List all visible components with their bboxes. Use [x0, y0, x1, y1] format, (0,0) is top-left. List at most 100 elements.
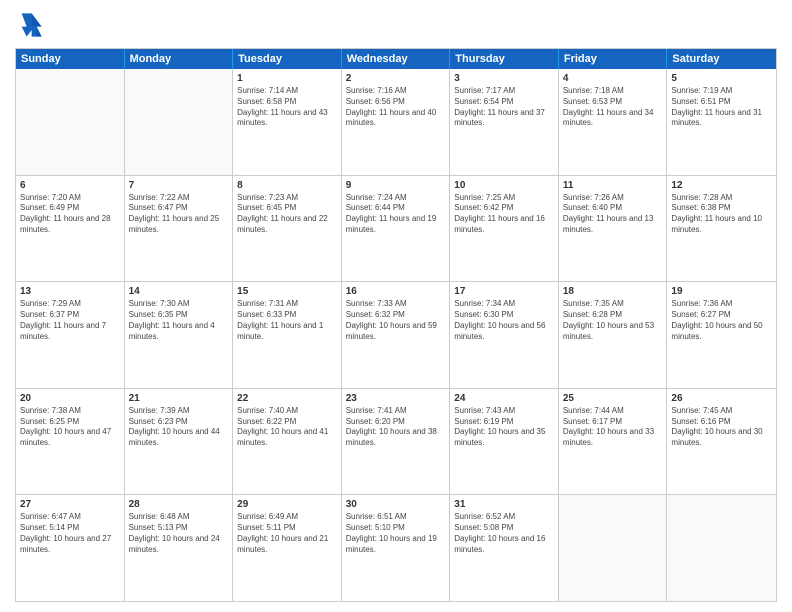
day-number: 10 [454, 179, 554, 192]
day-info: Sunrise: 7:14 AM Sunset: 6:58 PM Dayligh… [237, 86, 337, 129]
header-day-friday: Friday [559, 49, 668, 69]
day-info: Sunrise: 7:31 AM Sunset: 6:33 PM Dayligh… [237, 299, 337, 342]
day-info: Sunrise: 7:28 AM Sunset: 6:38 PM Dayligh… [671, 193, 772, 236]
day-number: 16 [346, 285, 446, 298]
calendar-day-30: 30Sunrise: 6:51 AM Sunset: 5:10 PM Dayli… [342, 495, 451, 601]
day-info: Sunrise: 7:45 AM Sunset: 6:16 PM Dayligh… [671, 406, 772, 449]
day-number: 31 [454, 498, 554, 511]
calendar-day-8: 8Sunrise: 7:23 AM Sunset: 6:45 PM Daylig… [233, 176, 342, 282]
day-number: 25 [563, 392, 663, 405]
day-number: 8 [237, 179, 337, 192]
logo [15, 10, 49, 40]
day-number: 30 [346, 498, 446, 511]
calendar-day-7: 7Sunrise: 7:22 AM Sunset: 6:47 PM Daylig… [125, 176, 234, 282]
calendar-day-5: 5Sunrise: 7:19 AM Sunset: 6:51 PM Daylig… [667, 69, 776, 175]
calendar-header: SundayMondayTuesdayWednesdayThursdayFrid… [16, 49, 776, 69]
calendar-day-4: 4Sunrise: 7:18 AM Sunset: 6:53 PM Daylig… [559, 69, 668, 175]
calendar-day-19: 19Sunrise: 7:36 AM Sunset: 6:27 PM Dayli… [667, 282, 776, 388]
day-info: Sunrise: 7:44 AM Sunset: 6:17 PM Dayligh… [563, 406, 663, 449]
day-info: Sunrise: 7:40 AM Sunset: 6:22 PM Dayligh… [237, 406, 337, 449]
day-info: Sunrise: 7:23 AM Sunset: 6:45 PM Dayligh… [237, 193, 337, 236]
day-info: Sunrise: 7:22 AM Sunset: 6:47 PM Dayligh… [129, 193, 229, 236]
day-number: 6 [20, 179, 120, 192]
calendar-row-0: 1Sunrise: 7:14 AM Sunset: 6:58 PM Daylig… [16, 69, 776, 176]
day-info: Sunrise: 7:41 AM Sunset: 6:20 PM Dayligh… [346, 406, 446, 449]
calendar-day-3: 3Sunrise: 7:17 AM Sunset: 6:54 PM Daylig… [450, 69, 559, 175]
day-info: Sunrise: 7:18 AM Sunset: 6:53 PM Dayligh… [563, 86, 663, 129]
day-info: Sunrise: 7:26 AM Sunset: 6:40 PM Dayligh… [563, 193, 663, 236]
day-number: 5 [671, 72, 772, 85]
day-info: Sunrise: 7:16 AM Sunset: 6:56 PM Dayligh… [346, 86, 446, 129]
calendar-row-4: 27Sunrise: 6:47 AM Sunset: 5:14 PM Dayli… [16, 495, 776, 601]
calendar-day-27: 27Sunrise: 6:47 AM Sunset: 5:14 PM Dayli… [16, 495, 125, 601]
day-info: Sunrise: 7:19 AM Sunset: 6:51 PM Dayligh… [671, 86, 772, 129]
day-info: Sunrise: 6:51 AM Sunset: 5:10 PM Dayligh… [346, 512, 446, 555]
logo-icon [15, 10, 45, 40]
day-info: Sunrise: 6:48 AM Sunset: 5:13 PM Dayligh… [129, 512, 229, 555]
day-info: Sunrise: 7:20 AM Sunset: 6:49 PM Dayligh… [20, 193, 120, 236]
calendar-day-17: 17Sunrise: 7:34 AM Sunset: 6:30 PM Dayli… [450, 282, 559, 388]
day-info: Sunrise: 7:36 AM Sunset: 6:27 PM Dayligh… [671, 299, 772, 342]
calendar-row-2: 13Sunrise: 7:29 AM Sunset: 6:37 PM Dayli… [16, 282, 776, 389]
calendar-day-1: 1Sunrise: 7:14 AM Sunset: 6:58 PM Daylig… [233, 69, 342, 175]
day-info: Sunrise: 7:35 AM Sunset: 6:28 PM Dayligh… [563, 299, 663, 342]
calendar-day-13: 13Sunrise: 7:29 AM Sunset: 6:37 PM Dayli… [16, 282, 125, 388]
calendar-day-15: 15Sunrise: 7:31 AM Sunset: 6:33 PM Dayli… [233, 282, 342, 388]
header-day-wednesday: Wednesday [342, 49, 451, 69]
calendar-empty-cell [125, 69, 234, 175]
day-number: 17 [454, 285, 554, 298]
calendar-day-31: 31Sunrise: 6:52 AM Sunset: 5:08 PM Dayli… [450, 495, 559, 601]
calendar-day-18: 18Sunrise: 7:35 AM Sunset: 6:28 PM Dayli… [559, 282, 668, 388]
day-info: Sunrise: 6:49 AM Sunset: 5:11 PM Dayligh… [237, 512, 337, 555]
calendar-day-26: 26Sunrise: 7:45 AM Sunset: 6:16 PM Dayli… [667, 389, 776, 495]
calendar-day-20: 20Sunrise: 7:38 AM Sunset: 6:25 PM Dayli… [16, 389, 125, 495]
day-info: Sunrise: 7:17 AM Sunset: 6:54 PM Dayligh… [454, 86, 554, 129]
calendar-day-9: 9Sunrise: 7:24 AM Sunset: 6:44 PM Daylig… [342, 176, 451, 282]
calendar-day-29: 29Sunrise: 6:49 AM Sunset: 5:11 PM Dayli… [233, 495, 342, 601]
day-number: 22 [237, 392, 337, 405]
header-day-saturday: Saturday [667, 49, 776, 69]
day-number: 14 [129, 285, 229, 298]
calendar-day-16: 16Sunrise: 7:33 AM Sunset: 6:32 PM Dayli… [342, 282, 451, 388]
calendar-day-10: 10Sunrise: 7:25 AM Sunset: 6:42 PM Dayli… [450, 176, 559, 282]
day-number: 4 [563, 72, 663, 85]
header-day-sunday: Sunday [16, 49, 125, 69]
day-number: 20 [20, 392, 120, 405]
day-info: Sunrise: 7:39 AM Sunset: 6:23 PM Dayligh… [129, 406, 229, 449]
calendar: SundayMondayTuesdayWednesdayThursdayFrid… [15, 48, 777, 602]
calendar-day-11: 11Sunrise: 7:26 AM Sunset: 6:40 PM Dayli… [559, 176, 668, 282]
calendar-empty-cell [559, 495, 668, 601]
calendar-row-1: 6Sunrise: 7:20 AM Sunset: 6:49 PM Daylig… [16, 176, 776, 283]
day-info: Sunrise: 6:52 AM Sunset: 5:08 PM Dayligh… [454, 512, 554, 555]
day-number: 24 [454, 392, 554, 405]
header-day-monday: Monday [125, 49, 234, 69]
day-info: Sunrise: 7:25 AM Sunset: 6:42 PM Dayligh… [454, 193, 554, 236]
calendar-day-24: 24Sunrise: 7:43 AM Sunset: 6:19 PM Dayli… [450, 389, 559, 495]
day-number: 2 [346, 72, 446, 85]
day-number: 23 [346, 392, 446, 405]
day-number: 3 [454, 72, 554, 85]
day-info: Sunrise: 6:47 AM Sunset: 5:14 PM Dayligh… [20, 512, 120, 555]
calendar-empty-cell [667, 495, 776, 601]
day-info: Sunrise: 7:38 AM Sunset: 6:25 PM Dayligh… [20, 406, 120, 449]
calendar-empty-cell [16, 69, 125, 175]
day-number: 15 [237, 285, 337, 298]
header-day-thursday: Thursday [450, 49, 559, 69]
day-number: 12 [671, 179, 772, 192]
day-number: 28 [129, 498, 229, 511]
calendar-day-23: 23Sunrise: 7:41 AM Sunset: 6:20 PM Dayli… [342, 389, 451, 495]
day-number: 26 [671, 392, 772, 405]
day-number: 29 [237, 498, 337, 511]
day-info: Sunrise: 7:43 AM Sunset: 6:19 PM Dayligh… [454, 406, 554, 449]
calendar-day-28: 28Sunrise: 6:48 AM Sunset: 5:13 PM Dayli… [125, 495, 234, 601]
day-number: 1 [237, 72, 337, 85]
calendar-day-12: 12Sunrise: 7:28 AM Sunset: 6:38 PM Dayli… [667, 176, 776, 282]
day-number: 27 [20, 498, 120, 511]
day-number: 13 [20, 285, 120, 298]
calendar-day-2: 2Sunrise: 7:16 AM Sunset: 6:56 PM Daylig… [342, 69, 451, 175]
day-number: 19 [671, 285, 772, 298]
day-number: 7 [129, 179, 229, 192]
calendar-day-22: 22Sunrise: 7:40 AM Sunset: 6:22 PM Dayli… [233, 389, 342, 495]
calendar-row-3: 20Sunrise: 7:38 AM Sunset: 6:25 PM Dayli… [16, 389, 776, 496]
day-number: 11 [563, 179, 663, 192]
